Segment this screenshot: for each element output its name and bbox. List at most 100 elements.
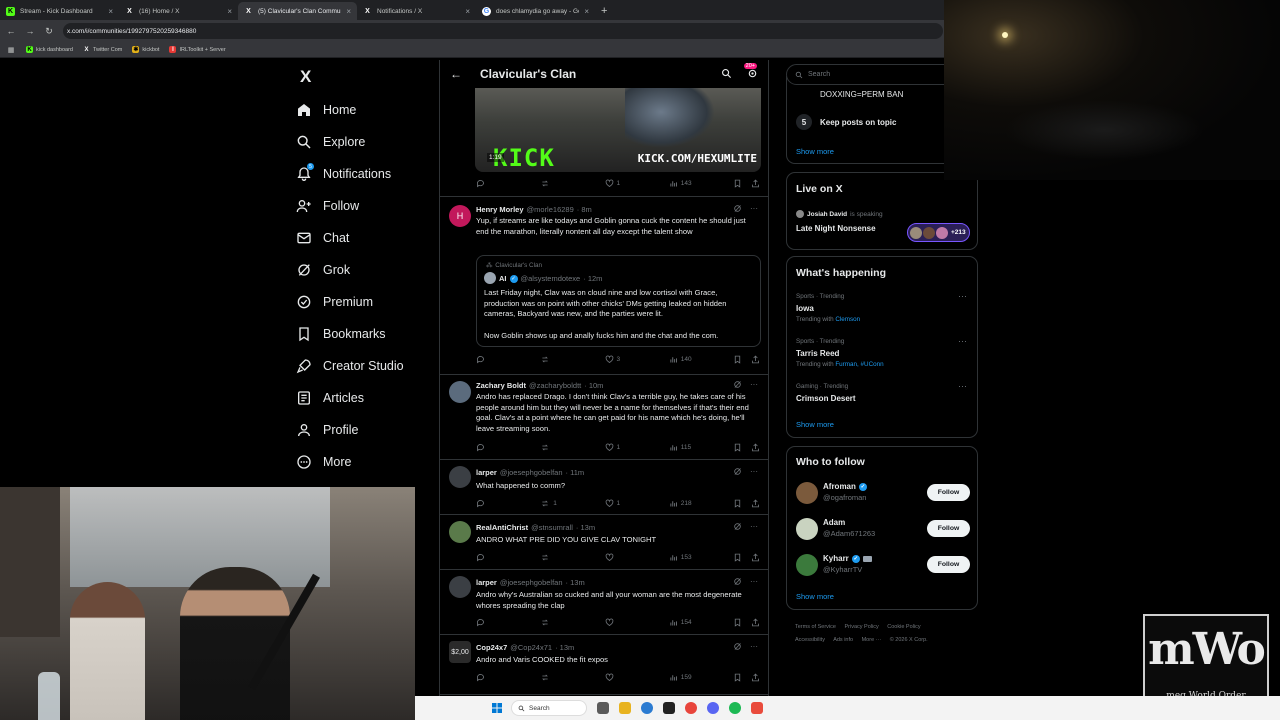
space-title[interactable]: Late Night Nonsense <box>796 224 876 233</box>
trend-name[interactable]: Iowa <box>796 304 814 313</box>
nav-home[interactable]: Home <box>296 100 356 120</box>
timestamp[interactable]: · 13m <box>566 578 585 587</box>
nav-profile[interactable]: Profile <box>296 420 358 440</box>
nav-bookmarks[interactable]: Bookmarks <box>296 324 386 344</box>
like-button[interactable]: 1 <box>605 499 645 508</box>
more-icon[interactable]: ··· <box>750 204 758 213</box>
footer-link[interactable]: Cookie Policy <box>887 624 920 630</box>
views-button[interactable]: 115 <box>669 443 709 452</box>
grok-icon[interactable] <box>733 204 742 213</box>
follow-user-name[interactable]: Afroman ✓ <box>823 482 867 491</box>
bookmark-kick-dashboard[interactable]: K kick dashboard <box>26 46 73 53</box>
taskbar-search[interactable]: Search <box>511 700 587 716</box>
avatar[interactable] <box>449 576 471 598</box>
avatar[interactable] <box>796 554 818 576</box>
space-listeners[interactable]: +213 <box>907 223 970 242</box>
tweet[interactable]: RealAntiChrist @stnsumrall · 13m ··· AND… <box>440 515 768 570</box>
avatar[interactable]: $2,00 <box>449 641 471 663</box>
more-icon[interactable]: ··· <box>958 381 967 391</box>
author-handle[interactable]: @Cop24x71 <box>510 643 552 652</box>
author-name[interactable]: Henry Morley <box>476 205 524 214</box>
repost-button[interactable] <box>540 673 580 682</box>
author-handle[interactable]: @joesephgobelfan <box>500 578 563 587</box>
discord-icon[interactable] <box>707 702 719 714</box>
author-name[interactable]: RealAntiChrist <box>476 523 528 532</box>
views-button[interactable]: 140 <box>669 355 709 364</box>
video-thumbnail[interactable]: KICK KICK.COM/HEXUMLITE 1:19 <box>475 88 761 172</box>
nav-explore[interactable]: Explore <box>296 132 365 152</box>
footer-link[interactable]: Ads info <box>833 637 853 643</box>
grok-icon[interactable] <box>733 467 742 476</box>
close-icon[interactable]: × <box>346 7 351 16</box>
follow-user-name[interactable]: Adam <box>823 518 845 527</box>
nav-notifications[interactable]: 5 Notifications <box>296 163 391 184</box>
bookmark-icon[interactable] <box>733 618 742 627</box>
browser-tab-home-x[interactable]: X (16) Home / X × <box>119 2 238 20</box>
like-button[interactable]: 3 <box>605 355 645 364</box>
repost-button[interactable] <box>540 179 580 188</box>
close-icon[interactable]: × <box>108 7 113 16</box>
search-icon[interactable] <box>721 68 732 79</box>
timestamp[interactable]: · 8m <box>577 205 592 214</box>
bookmark-icon[interactable] <box>733 355 742 364</box>
author-name[interactable]: larper <box>476 578 497 587</box>
follow-button[interactable]: Follow <box>927 520 970 537</box>
obs-icon[interactable] <box>751 702 763 714</box>
avatar[interactable] <box>796 482 818 504</box>
reply-button[interactable] <box>476 179 516 188</box>
tweet[interactable]: Zachary Boldt @zacharyboldtt · 10m ··· A… <box>440 375 768 460</box>
author-handle[interactable]: @zacharyboldtt <box>529 381 581 390</box>
nav-chat[interactable]: Chat <box>296 228 349 248</box>
views-button[interactable]: 159 <box>669 673 709 682</box>
reply-button[interactable] <box>476 618 516 627</box>
footer-link[interactable]: More ··· <box>862 637 882 643</box>
footer-link[interactable]: Terms of Service <box>795 624 836 630</box>
views-button[interactable]: 154 <box>669 618 709 627</box>
author-name[interactable]: Zachary Boldt <box>476 381 526 390</box>
share-icon[interactable] <box>751 355 760 364</box>
bookmark-kickbot[interactable]: ✱ kickbot <box>132 46 159 53</box>
forward-icon[interactable]: → <box>25 26 35 36</box>
edge-icon[interactable] <box>641 702 653 714</box>
share-icon[interactable] <box>751 443 760 452</box>
live-host[interactable]: Josiah David is speaking <box>796 210 883 218</box>
app-icon[interactable] <box>663 702 675 714</box>
views-button[interactable]: 218 <box>669 499 709 508</box>
bookmark-icon[interactable] <box>733 673 742 682</box>
timestamp[interactable]: · 13m <box>555 643 574 652</box>
close-icon[interactable]: × <box>584 7 589 16</box>
new-tab-button[interactable]: + <box>595 2 613 20</box>
more-icon[interactable]: ··· <box>750 467 758 476</box>
reply-button[interactable] <box>476 553 516 562</box>
repost-button[interactable] <box>540 553 580 562</box>
like-button[interactable] <box>605 673 645 682</box>
nav-grok[interactable]: Grok <box>296 260 350 280</box>
timestamp[interactable]: · 11m <box>566 468 585 477</box>
trend-name[interactable]: Tarris Reed <box>796 349 839 358</box>
more-icon[interactable]: ··· <box>750 522 758 531</box>
like-button[interactable] <box>605 618 645 627</box>
bookmark-irltoolkit[interactable]: I IRLToolkit + Server <box>169 46 226 53</box>
share-icon[interactable] <box>751 673 760 682</box>
show-more-link[interactable]: Show more <box>796 592 834 601</box>
more-icon[interactable]: ··· <box>958 336 967 346</box>
share-icon[interactable] <box>751 179 760 188</box>
follow-button[interactable]: Follow <box>927 556 970 573</box>
spotify-icon[interactable] <box>729 702 741 714</box>
footer-link[interactable]: Privacy Policy <box>845 624 879 630</box>
avatar[interactable] <box>796 518 818 540</box>
browser-tab-community[interactable]: X (5) Clavicular's Clan Community × <box>238 2 357 20</box>
like-button[interactable]: 1 <box>605 179 645 188</box>
tweet[interactable]: larper @joesephgobelfan · 11m ··· What h… <box>440 460 768 515</box>
share-icon[interactable] <box>751 553 760 562</box>
repost-button[interactable] <box>540 443 580 452</box>
more-icon[interactable]: ··· <box>750 577 758 586</box>
reply-button[interactable] <box>476 499 516 508</box>
windows-start-icon[interactable] <box>491 702 503 714</box>
grok-icon[interactable] <box>733 380 742 389</box>
timestamp[interactable]: · 13m <box>576 523 595 532</box>
share-icon[interactable] <box>751 618 760 627</box>
avatar[interactable]: H <box>449 205 471 227</box>
repost-button[interactable] <box>540 618 580 627</box>
author-handle[interactable]: @joesephgobelfan <box>500 468 563 477</box>
